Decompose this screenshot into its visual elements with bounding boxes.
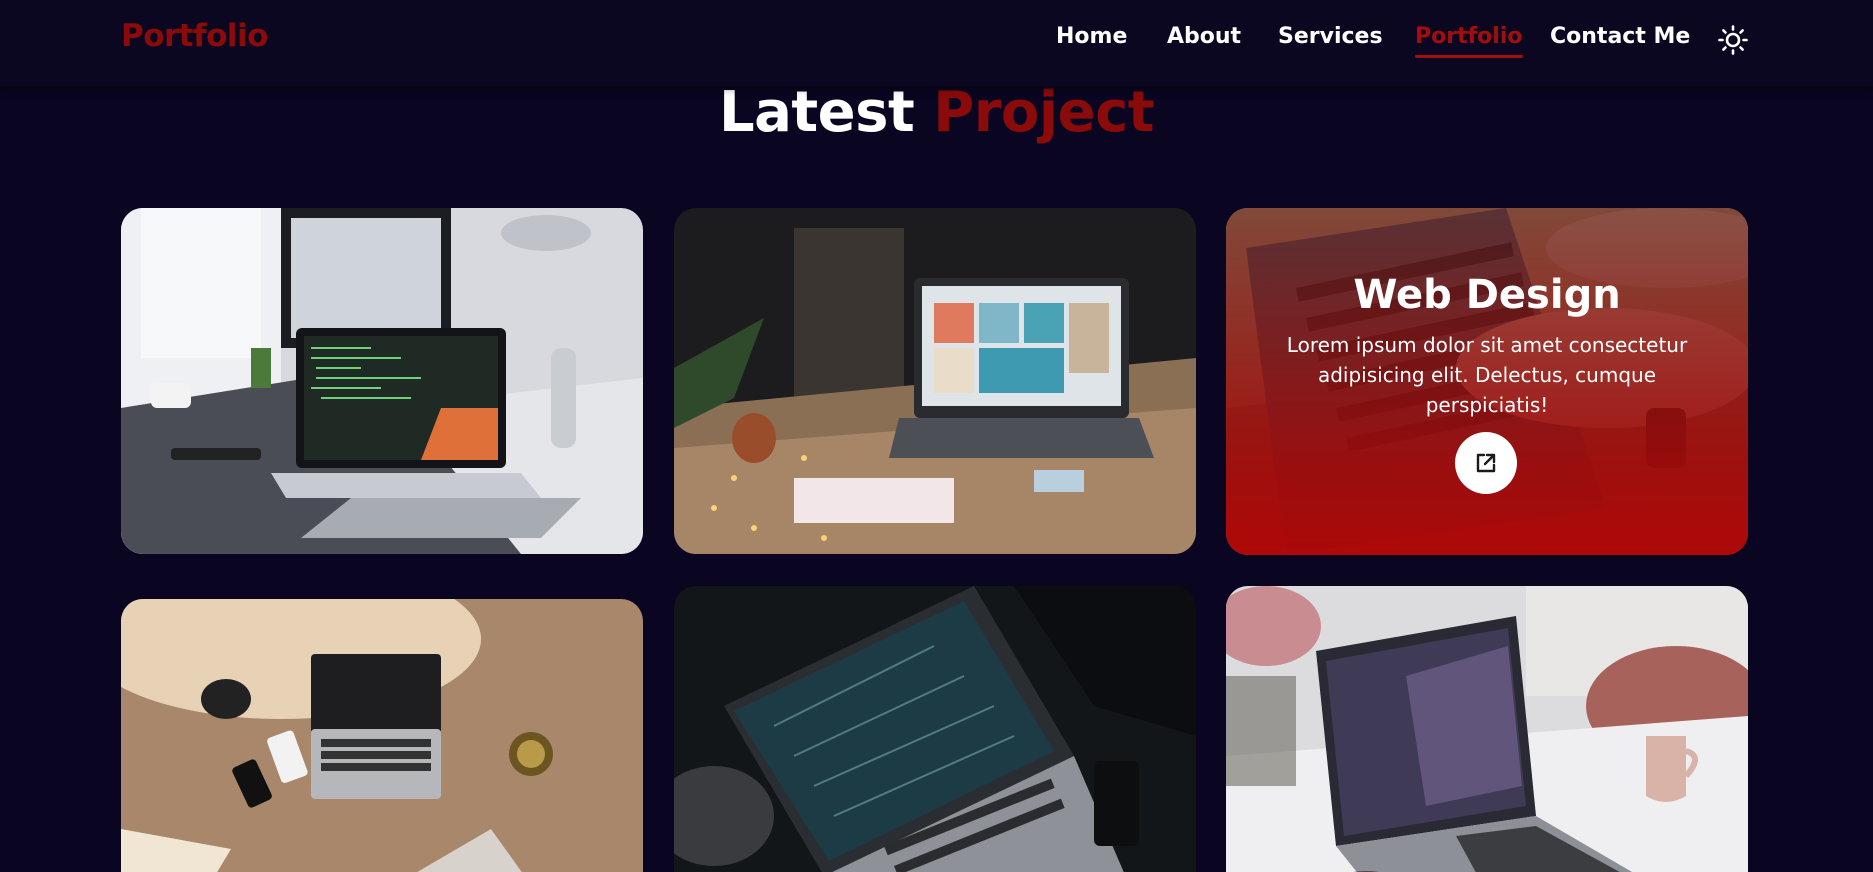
project-card[interactable] [1226,586,1748,872]
project-photo-laptop-code-desk [121,208,643,554]
external-link-icon[interactable] [1455,432,1517,494]
nav-item-services[interactable]: Services [1278,24,1383,49]
main-nav: Home About Services Portfolio Contact Me [0,24,1873,64]
project-title: Web Design [1353,272,1621,318]
nav-item-about[interactable]: About [1167,24,1241,49]
project-card-web-design[interactable]: Web Design Lorem ipsum dolor sit amet co… [1226,208,1748,555]
section-title-accent: Project [933,80,1155,145]
project-card[interactable] [674,208,1196,554]
project-photo-laptop-flatlay-desk [121,599,643,872]
project-card[interactable] [121,208,643,554]
sun-icon[interactable] [1717,24,1749,56]
nav-item-contact-me[interactable]: Contact Me [1550,24,1690,49]
project-photo-laptop-car-seat [674,586,1196,872]
nav-item-home[interactable]: Home [1056,24,1127,49]
project-description: Lorem ipsum dolor sit amet consectetur a… [1286,333,1688,417]
section-title-main: Latest [718,80,915,145]
project-overlay: Web Design Lorem ipsum dolor sit amet co… [1226,208,1748,555]
project-card[interactable] [674,586,1196,872]
project-photo-laptop-table-lights [674,208,1196,554]
site-header: Portfolio Home About Services Portfolio … [0,0,1873,86]
project-card[interactable] [121,599,643,872]
nav-item-portfolio[interactable]: Portfolio [1415,24,1523,58]
project-photo-laptop-marble-table [1226,586,1748,872]
section-title: Latest Project [0,80,1873,145]
